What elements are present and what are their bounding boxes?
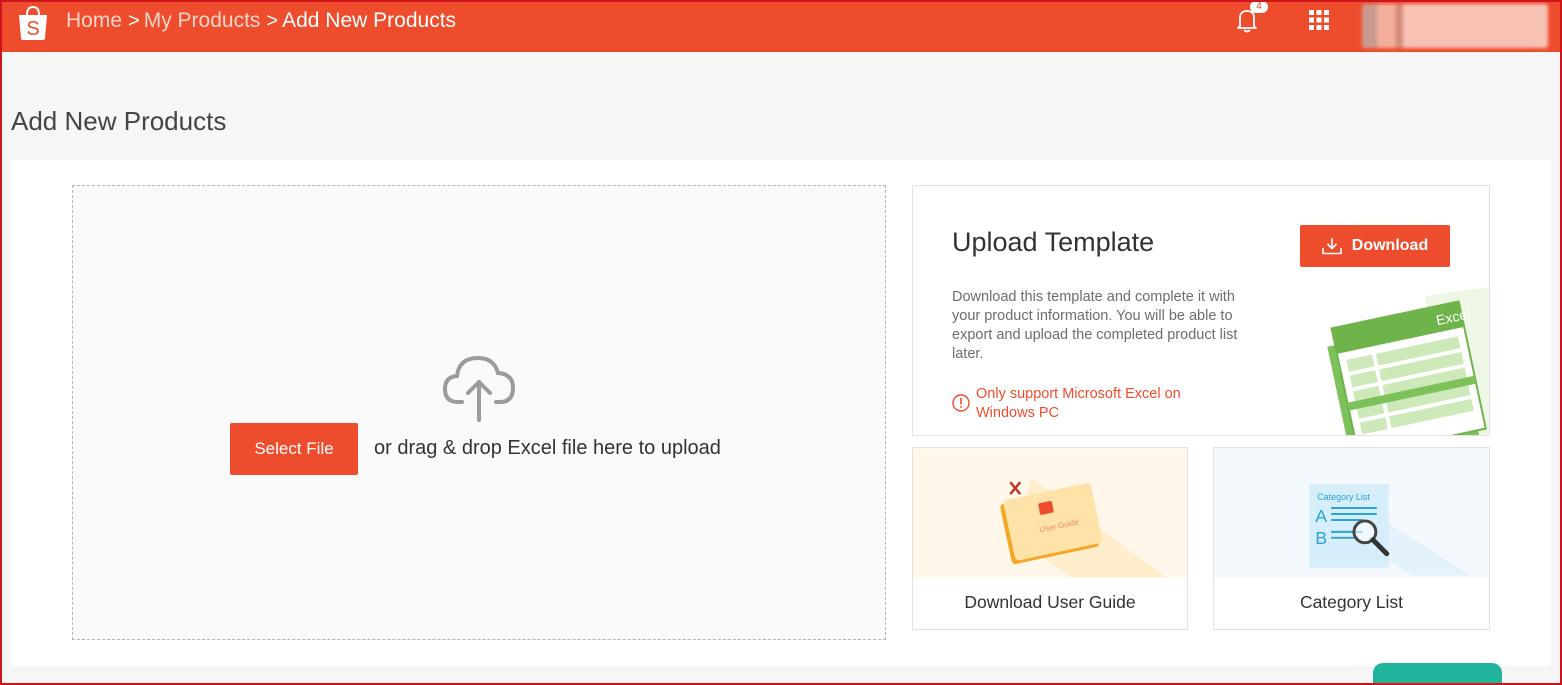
- platform-warning: Only support Microsoft Excel on Windows …: [952, 385, 1222, 423]
- breadcrumb-my-products[interactable]: My Products: [144, 9, 261, 33]
- breadcrumb-separator: >: [266, 9, 279, 32]
- drag-drop-instructions: or drag & drop Excel file here to upload: [374, 437, 721, 459]
- shopee-logo-icon[interactable]: S: [14, 4, 52, 42]
- download-icon: [1321, 238, 1342, 255]
- breadcrumb-separator: >: [128, 9, 140, 32]
- excel-sheet-illustration: Excel: [1327, 286, 1489, 435]
- chat-widget-button[interactable]: [1373, 663, 1502, 685]
- grid-icon[interactable]: [1309, 10, 1329, 30]
- user-guide-illustration: User Guide: [913, 448, 1187, 578]
- category-list-label: Category List: [1299, 592, 1404, 612]
- breadcrumb-home[interactable]: Home: [66, 9, 122, 33]
- download-user-guide-card[interactable]: User Guide Download User Guide: [912, 447, 1188, 630]
- select-file-button[interactable]: Select File: [230, 423, 358, 475]
- download-button-label: Download: [1351, 237, 1429, 254]
- category-letter-b: B: [1315, 528, 1327, 548]
- category-list-illustration: Category List A B: [1214, 448, 1489, 578]
- download-user-guide-label: Download User Guide: [964, 592, 1136, 612]
- category-list-card[interactable]: Category List A B Category List: [1213, 447, 1490, 630]
- page-title: Add New Products: [11, 106, 227, 136]
- warning-text: Only support Microsoft Excel on Windows …: [976, 386, 1181, 421]
- alert-circle-icon: [952, 394, 970, 412]
- top-navigation-bar: S Home > My Products > Add New Products …: [0, 0, 1562, 52]
- upload-template-panel: Upload Template Download Download this t…: [912, 185, 1490, 436]
- download-template-button[interactable]: Download: [1300, 225, 1450, 267]
- svg-text:S: S: [26, 18, 39, 40]
- cloud-upload-icon: [442, 355, 516, 422]
- category-art-title: Category List: [1317, 492, 1370, 502]
- breadcrumb-current: Add New Products: [282, 9, 457, 32]
- breadcrumb: Home > My Products > Add New Products: [66, 9, 456, 33]
- user-account-menu[interactable]: [1362, 4, 1548, 48]
- category-letter-a: A: [1315, 506, 1327, 526]
- upload-template-title: Upload Template: [952, 227, 1155, 257]
- notification-badge: 4: [1250, 1, 1268, 13]
- template-description: Download this template and complete it w…: [952, 289, 1238, 362]
